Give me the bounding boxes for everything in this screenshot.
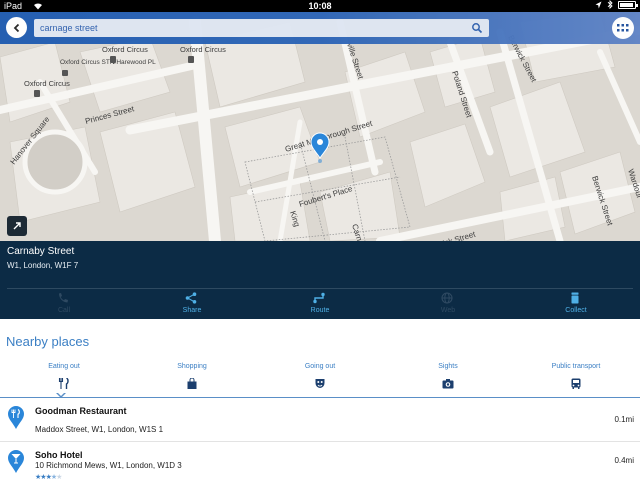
- station-label: Oxford Circus: [24, 79, 70, 88]
- maps-app: iPad 10:08 Great Marlborough Street Foub…: [0, 0, 640, 480]
- share-button[interactable]: Share: [128, 290, 256, 318]
- tab-label: Eating out: [48, 363, 80, 370]
- tube-station-icon[interactable]: [110, 56, 116, 63]
- fork-knife-icon: [58, 378, 69, 389]
- tab-label: Shopping: [177, 363, 207, 370]
- search-input[interactable]: [40, 21, 460, 35]
- station-label: Oxford Circus: [102, 45, 148, 54]
- tab-eating-out[interactable]: Eating out: [0, 356, 128, 396]
- search-icon[interactable]: [471, 22, 483, 34]
- place-address: Maddox Street, W1, London, W1S 1: [35, 425, 164, 434]
- chevron-left-icon: [13, 23, 19, 32]
- tab-label: Going out: [304, 363, 336, 370]
- station-label: Oxford Circus: [180, 45, 226, 54]
- location-arrow-icon: [595, 1, 602, 8]
- route-button[interactable]: Route: [256, 290, 384, 318]
- arrow-diagonal-icon: [13, 222, 21, 230]
- bluetooth-icon: [607, 0, 613, 9]
- bus-stop-icon[interactable]: [62, 70, 68, 76]
- action-label: Call: [57, 307, 71, 314]
- star-rating: ★★★★★: [35, 473, 62, 480]
- map-view[interactable]: Great Marlborough Street Foubert's Place…: [0, 12, 640, 241]
- share-icon: [185, 292, 197, 304]
- place-name: Soho Hotel: [35, 450, 83, 460]
- tab-public-transport[interactable]: Public transport: [512, 356, 640, 396]
- back-button[interactable]: [6, 17, 27, 38]
- place-address: W1, London, W1F 7: [7, 261, 79, 270]
- shopping-bag-icon: [187, 378, 197, 389]
- distance: 0.4mi: [614, 456, 634, 465]
- tab-shopping[interactable]: Shopping: [128, 356, 256, 396]
- clock: 10:08: [308, 1, 332, 11]
- status-bar: iPad 10:08: [0, 0, 640, 12]
- bus-icon: [571, 378, 581, 389]
- tab-label: Sights: [438, 363, 458, 370]
- bus-stop-label: Oxford Circus STN/Harewood PL: [60, 59, 156, 66]
- tube-station-icon[interactable]: [34, 90, 40, 97]
- web-button[interactable]: Web: [384, 290, 512, 318]
- tab-sights[interactable]: Sights: [384, 356, 512, 396]
- action-bar: Call Share Route Web Collect: [0, 290, 640, 318]
- apps-menu-button[interactable]: [612, 17, 634, 39]
- category-tabs: Eating out Shopping Going out Sights Pub…: [0, 356, 640, 398]
- globe-icon: [441, 292, 453, 304]
- distance: 0.1mi: [614, 415, 634, 424]
- mask-icon: [315, 379, 325, 388]
- battery-icon: [618, 0, 638, 9]
- place-address: 10 Richmond Mews, W1, London, W1D 3: [35, 461, 182, 470]
- action-label: Route: [310, 307, 330, 314]
- list-item[interactable]: Goodman Restaurant Maddox Street, W1, Lo…: [0, 398, 640, 441]
- tab-label: Public transport: [551, 363, 601, 370]
- place-name: Goodman Restaurant: [35, 406, 127, 416]
- place-name: Carnaby Street: [7, 246, 75, 257]
- star-icon: ★: [56, 474, 62, 480]
- restaurant-pin-icon: [8, 406, 24, 429]
- tube-station-icon[interactable]: [188, 56, 194, 63]
- camera-icon: [442, 379, 454, 389]
- collect-button[interactable]: Collect: [512, 290, 640, 318]
- tab-going-out[interactable]: Going out: [256, 356, 384, 396]
- action-label: Share: [182, 307, 202, 314]
- search-bar[interactable]: [34, 19, 489, 37]
- grid-icon: [617, 24, 629, 32]
- route-icon: [313, 292, 325, 304]
- action-label: Web: [440, 307, 456, 314]
- search-header: [0, 12, 640, 44]
- expand-map-button[interactable]: [7, 216, 27, 236]
- phone-icon: [58, 293, 68, 303]
- bar-pin-icon: [8, 450, 24, 473]
- nearby-places-heading: Nearby places: [6, 334, 90, 349]
- collect-icon: [571, 292, 579, 304]
- list-item[interactable]: Soho Hotel 10 Richmond Mews, W1, London,…: [0, 442, 640, 480]
- divider: [7, 288, 633, 289]
- call-button[interactable]: Call: [0, 290, 128, 318]
- action-label: Collect: [565, 307, 587, 314]
